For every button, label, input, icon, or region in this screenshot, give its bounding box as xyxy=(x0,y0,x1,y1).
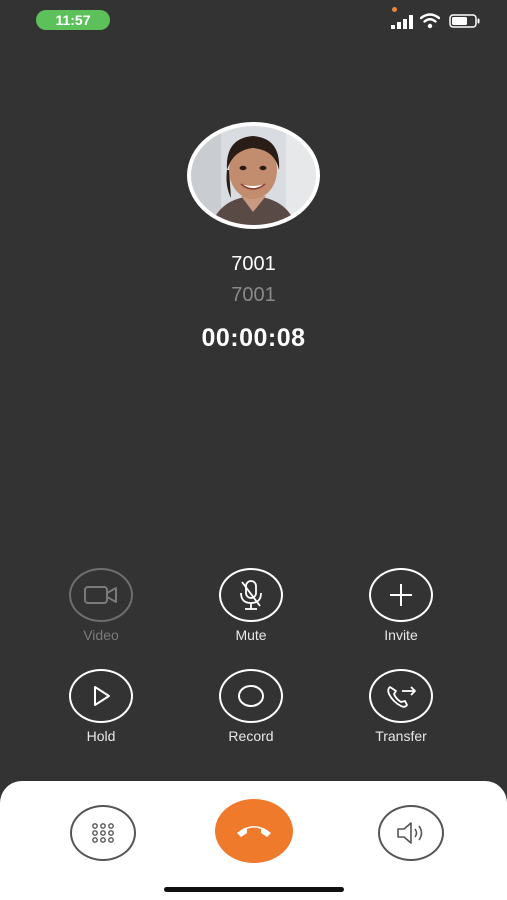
wifi-icon xyxy=(420,13,440,29)
status-bar: 11:57 xyxy=(0,0,507,40)
speaker-button[interactable] xyxy=(378,805,444,861)
call-action-bar xyxy=(0,781,507,900)
mute-button[interactable]: Mute xyxy=(196,568,306,643)
phone-transfer-icon xyxy=(387,686,416,708)
status-time: 11:57 xyxy=(36,10,110,30)
record-icon xyxy=(238,685,264,707)
invite-button-circle[interactable] xyxy=(369,568,433,622)
hold-label: Hold xyxy=(86,728,116,744)
transfer-button[interactable]: Transfer xyxy=(346,669,456,744)
hangup-button[interactable] xyxy=(215,799,293,863)
invite-label: Invite xyxy=(384,627,418,643)
video-button[interactable]: Video xyxy=(46,568,156,643)
video-label: Video xyxy=(83,627,119,643)
hold-button-circle[interactable] xyxy=(69,669,133,723)
privacy-indicator-dot xyxy=(392,7,397,12)
caller-number: 7001 xyxy=(231,284,276,306)
call-duration: 00:00:08 xyxy=(201,324,306,352)
hangup-icon xyxy=(237,826,271,837)
record-label: Record xyxy=(228,728,274,744)
avatar-photo xyxy=(191,126,316,225)
transfer-button-circle[interactable] xyxy=(369,669,433,723)
home-indicator xyxy=(164,887,344,892)
video-camera-icon xyxy=(84,586,117,604)
caller-name: 7001 xyxy=(231,253,276,275)
plus-icon xyxy=(390,584,412,606)
keypad-button[interactable] xyxy=(70,805,136,861)
microphone-off-icon xyxy=(240,580,262,610)
play-icon xyxy=(94,686,110,706)
battery-icon xyxy=(449,14,480,28)
hold-button[interactable]: Hold xyxy=(46,669,156,744)
record-button[interactable]: Record xyxy=(196,669,306,744)
record-button-circle[interactable] xyxy=(219,669,283,723)
caller-avatar xyxy=(187,122,320,229)
keypad-icon xyxy=(92,823,114,843)
transfer-label: Transfer xyxy=(375,728,427,744)
mute-button-circle[interactable] xyxy=(219,568,283,622)
invite-button[interactable]: Invite xyxy=(346,568,456,643)
video-button-circle[interactable] xyxy=(69,568,133,622)
signal-icon xyxy=(391,15,413,29)
speaker-icon xyxy=(397,822,423,844)
mute-label: Mute xyxy=(235,627,267,643)
